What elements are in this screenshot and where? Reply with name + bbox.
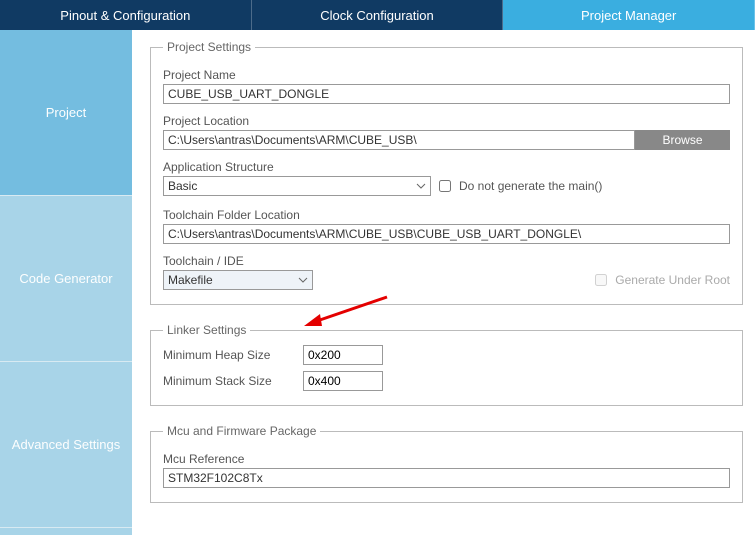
- tab-pinout-config[interactable]: Pinout & Configuration: [0, 0, 252, 30]
- checkbox-no-main[interactable]: [439, 180, 451, 192]
- content-panel: Project Settings Project Name Project Lo…: [132, 30, 755, 535]
- input-min-heap[interactable]: [303, 345, 383, 365]
- input-toolchain-folder[interactable]: [163, 224, 730, 244]
- label-project-location: Project Location: [163, 114, 730, 128]
- tab-clock-config[interactable]: Clock Configuration: [252, 0, 504, 30]
- legend-project-settings: Project Settings: [163, 40, 255, 54]
- input-min-stack[interactable]: [303, 371, 383, 391]
- input-project-name[interactable]: [163, 84, 730, 104]
- sidebar: Project Code Generator Advanced Settings: [0, 30, 132, 535]
- input-project-location[interactable]: [163, 130, 635, 150]
- sidebar-item-advanced-settings[interactable]: Advanced Settings: [0, 362, 132, 528]
- legend-linker-settings: Linker Settings: [163, 323, 250, 337]
- fieldset-project-settings: Project Settings Project Name Project Lo…: [150, 40, 743, 305]
- label-project-name: Project Name: [163, 68, 730, 82]
- sidebar-item-project[interactable]: Project: [0, 30, 132, 196]
- label-min-stack: Minimum Stack Size: [163, 374, 303, 388]
- input-mcu-reference[interactable]: [163, 468, 730, 488]
- label-toolchain-folder: Toolchain Folder Location: [163, 208, 730, 222]
- label-min-heap: Minimum Heap Size: [163, 348, 303, 362]
- browse-button[interactable]: Browse: [635, 130, 730, 150]
- tab-project-manager[interactable]: Project Manager: [503, 0, 755, 30]
- label-no-main: Do not generate the main(): [459, 179, 602, 193]
- checkbox-generate-under-root: [595, 274, 607, 286]
- label-generate-under-root: Generate Under Root: [615, 273, 730, 287]
- select-toolchain-ide-value: Makefile: [168, 273, 213, 287]
- select-application-structure-value: Basic: [168, 179, 197, 193]
- fieldset-linker-settings: Linker Settings Minimum Heap Size Minimu…: [150, 323, 743, 406]
- label-application-structure: Application Structure: [163, 160, 730, 174]
- label-mcu-reference: Mcu Reference: [163, 452, 730, 466]
- chevron-down-icon: [298, 275, 308, 285]
- fieldset-mcu-firmware: Mcu and Firmware Package Mcu Reference: [150, 424, 743, 503]
- select-application-structure[interactable]: Basic: [163, 176, 431, 196]
- chevron-down-icon: [416, 181, 426, 191]
- label-toolchain-ide: Toolchain / IDE: [163, 254, 730, 268]
- sidebar-item-code-generator[interactable]: Code Generator: [0, 196, 132, 362]
- select-toolchain-ide[interactable]: Makefile: [163, 270, 313, 290]
- legend-mcu-firmware: Mcu and Firmware Package: [163, 424, 320, 438]
